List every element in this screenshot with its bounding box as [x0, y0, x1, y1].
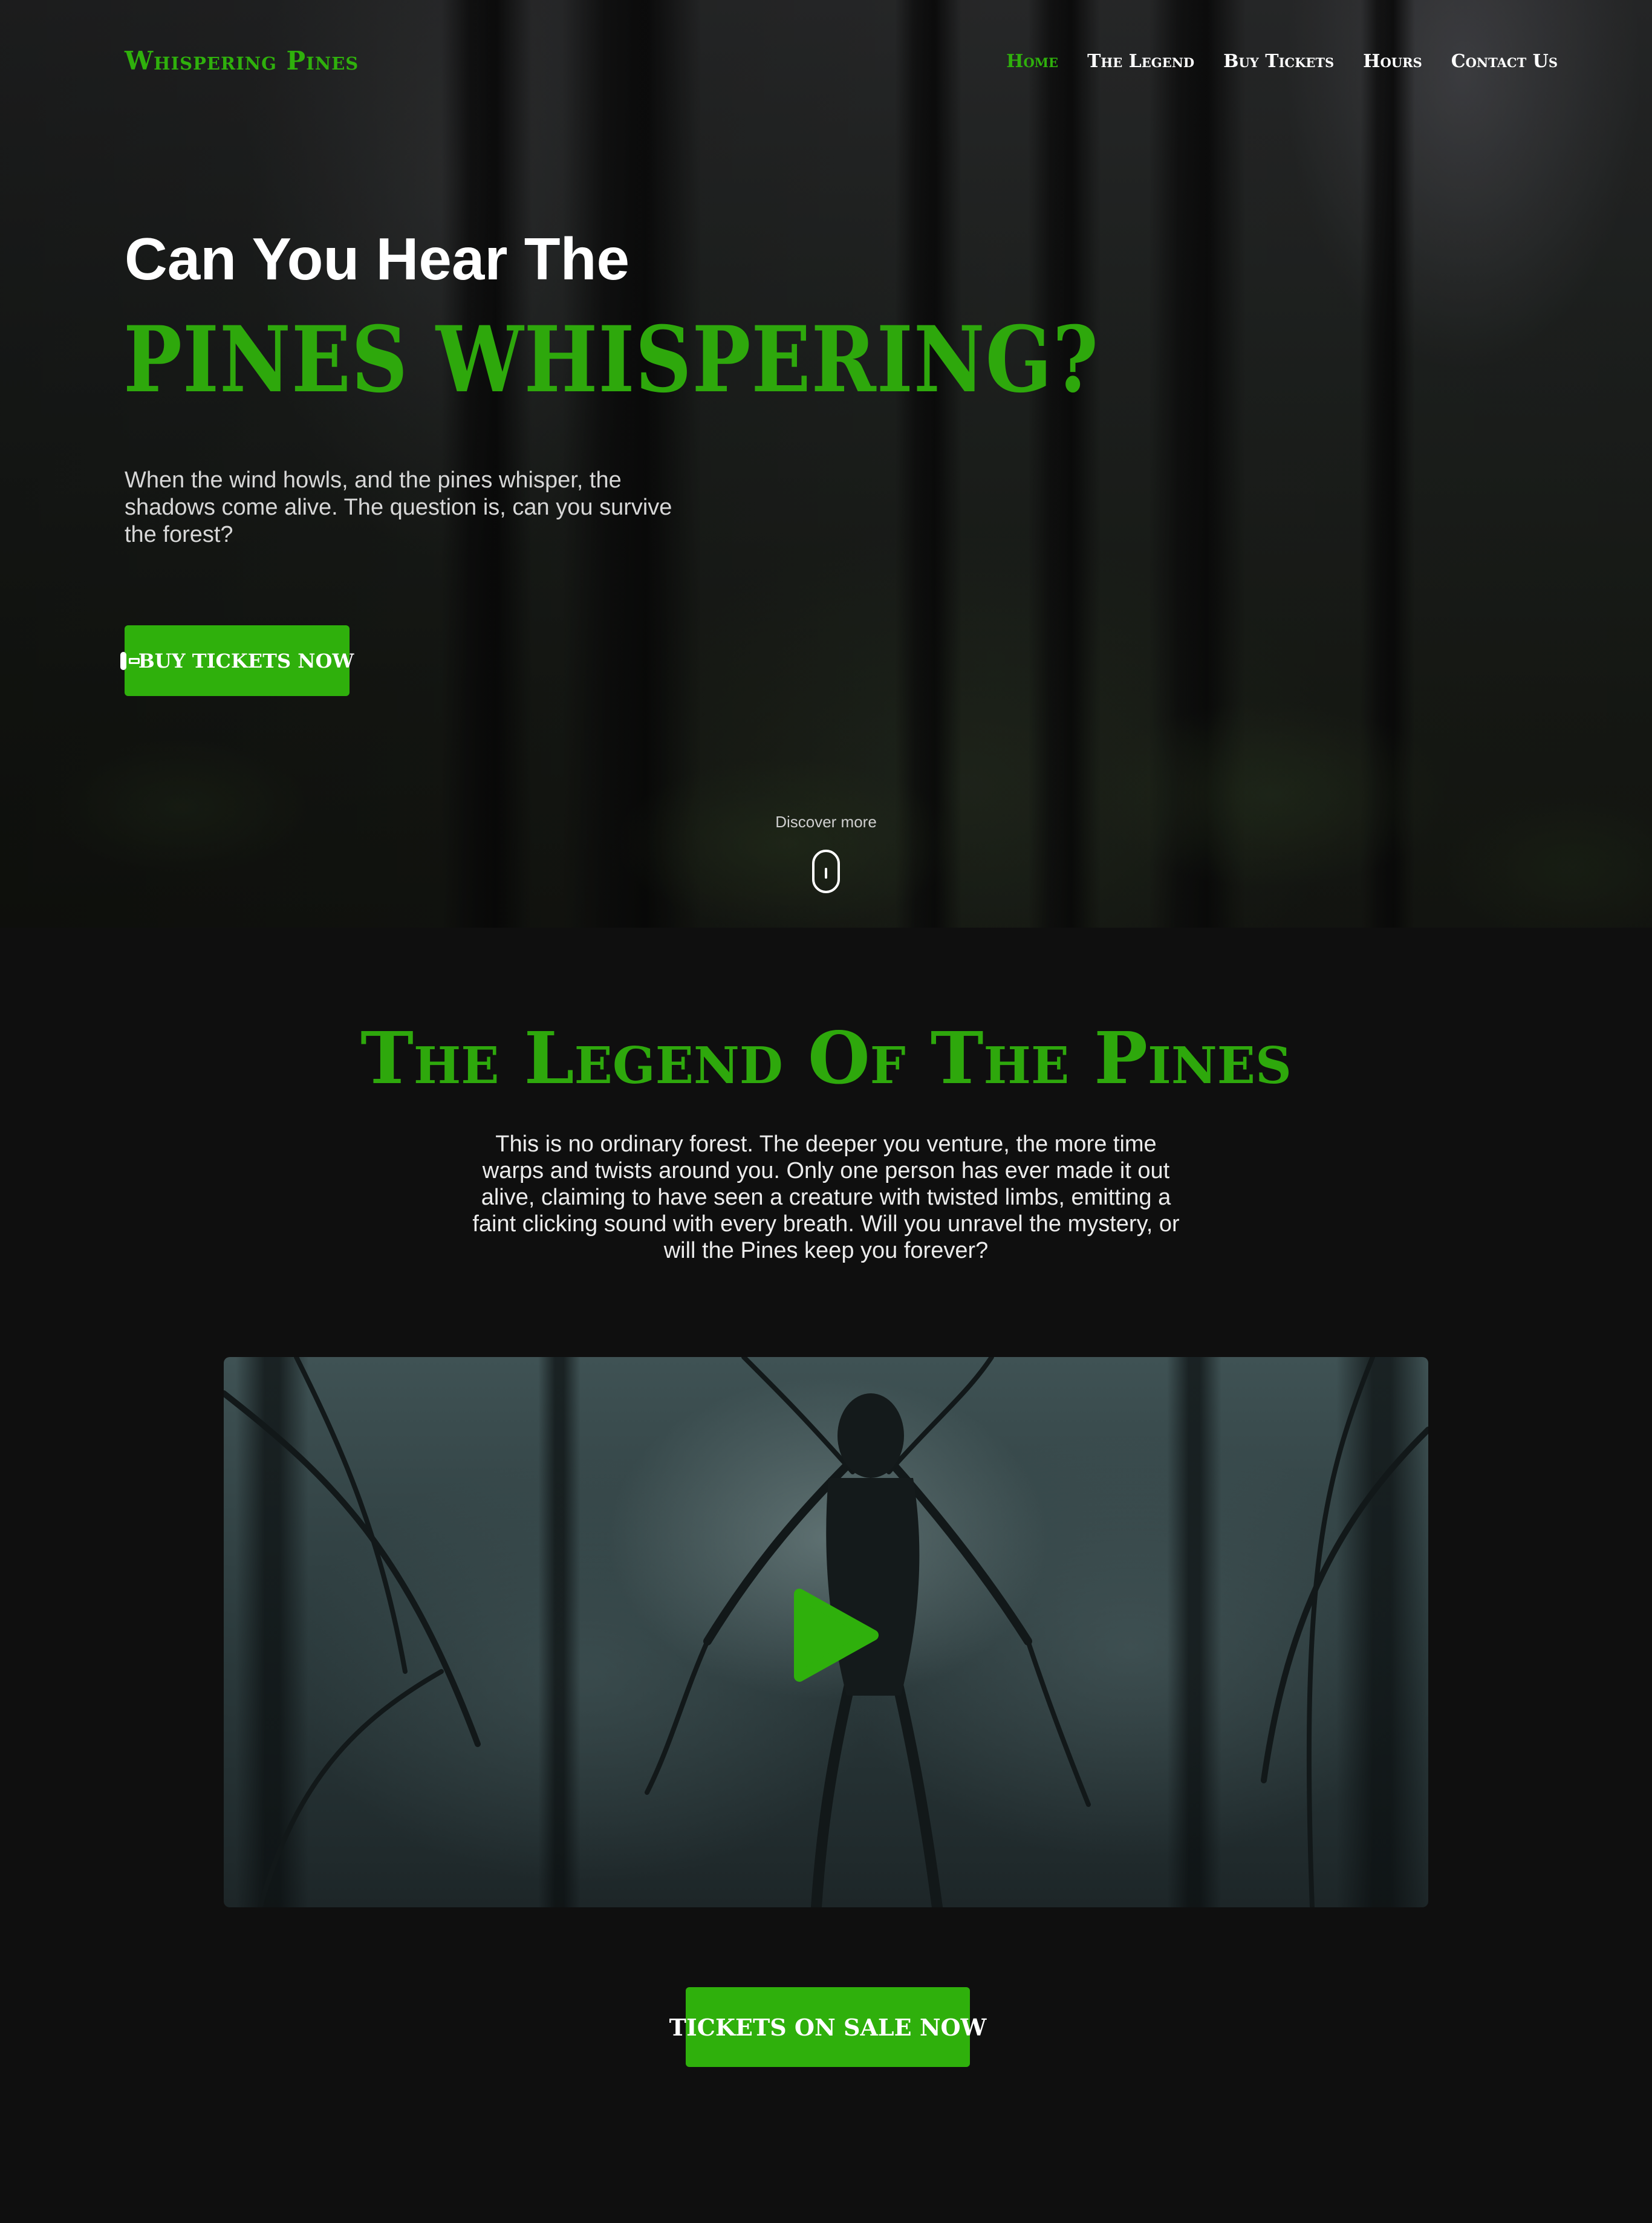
main-nav: Home The Legend Buy Tickets Hours Contac…	[1006, 51, 1558, 72]
legend-video[interactable]	[224, 1357, 1428, 1907]
nav-link-hours[interactable]: Hours	[1363, 51, 1422, 72]
buy-tickets-button[interactable]: BUY TICKETS NOW	[120, 625, 354, 696]
nav-link-home[interactable]: Home	[1006, 51, 1058, 72]
ticket-icon	[120, 651, 140, 670]
legend-description: This is no ordinary forest. The deeper y…	[472, 1131, 1180, 1263]
mouse-scroll-icon[interactable]	[812, 850, 840, 893]
hero-overlay	[0, 0, 1652, 928]
buy-tickets-label: BUY TICKETS NOW	[138, 649, 354, 672]
nav-link-contact-us[interactable]: Contact Us	[1451, 51, 1558, 72]
hero-title: PINES WHISPERING?	[123, 307, 1099, 413]
tickets-on-sale-button[interactable]: TICKETS ON SALE NOW	[669, 1987, 986, 2067]
play-icon[interactable]	[791, 1587, 882, 1684]
hero-eyebrow: Can You Hear The	[125, 226, 630, 292]
nav-link-buy-tickets[interactable]: Buy Tickets	[1223, 51, 1334, 72]
nav-link-the-legend[interactable]: The Legend	[1087, 51, 1194, 72]
discover-more-label[interactable]: Discover more	[0, 813, 1652, 832]
brand-logo[interactable]: Whispering Pines	[125, 46, 359, 76]
hero-description: When the wind howls, and the pines whisp…	[125, 467, 672, 547]
hero-section: Whispering Pines Home The Legend Buy Tic…	[0, 0, 1652, 928]
scroll-wheel	[825, 868, 827, 879]
legend-title: The Legend Of The Pines	[360, 1016, 1292, 1100]
